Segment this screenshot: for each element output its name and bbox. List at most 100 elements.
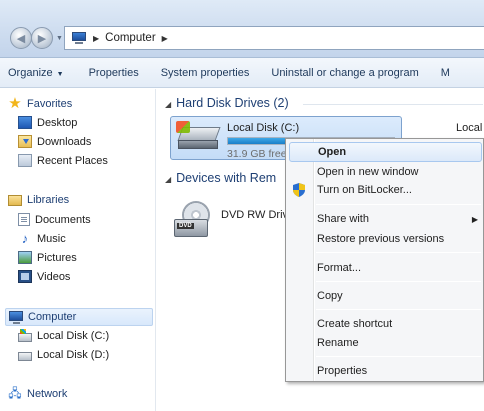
menu-rename[interactable]: Rename: [289, 333, 482, 353]
nav-favorites-label: Favorites: [27, 97, 73, 110]
computer-icon: [71, 32, 87, 44]
computer-icon: [9, 310, 23, 324]
forward-button[interactable]: ▶: [31, 27, 53, 49]
menu-copy-label: Copy: [317, 290, 343, 302]
drive-tile-local-disk-d-label[interactable]: Local: [456, 122, 482, 134]
breadcrumb-chevron-icon[interactable]: ▶: [93, 34, 99, 43]
menu-separator: [316, 281, 481, 282]
system-drive-icon: [176, 121, 221, 151]
menu-separator: [316, 204, 481, 205]
nav-desktop[interactable]: Desktop: [18, 116, 77, 129]
nav-videos[interactable]: Videos: [18, 270, 70, 283]
organize-button[interactable]: Organize ▼: [0, 67, 78, 79]
nav-computer-label: Computer: [28, 311, 77, 323]
nav-music-label: Music: [37, 232, 66, 245]
menu-separator: [316, 309, 481, 310]
drive-c-name: Local Disk (C:): [227, 122, 300, 134]
navigation-pane: ★ Favorites Desktop Downloads Recent Pla…: [0, 89, 156, 411]
nav-downloads-label: Downloads: [37, 135, 92, 148]
nav-computer[interactable]: Computer: [5, 308, 153, 326]
menu-open-new-window[interactable]: Open in new window: [289, 162, 482, 182]
pictures-icon: [18, 251, 32, 264]
drive-c-usage-fill: [228, 138, 292, 144]
nav-pictures-label: Pictures: [37, 251, 77, 264]
breadcrumb-computer[interactable]: Computer: [105, 32, 156, 44]
recent-pages-dropdown-icon[interactable]: ▼: [56, 35, 63, 42]
dvd-drive-icon[interactable]: DVD: [174, 201, 212, 239]
dvd-drive-name[interactable]: DVD RW Driv: [221, 209, 289, 221]
collapse-triangle-icon: ◢: [165, 100, 172, 109]
command-bar: Organize ▼ Properties System properties U…: [0, 58, 484, 88]
nav-favorites[interactable]: ★ Favorites: [8, 95, 73, 112]
submenu-arrow-icon: ▶: [471, 214, 478, 224]
drive-c-free-space: 31.9 GB free: [227, 148, 287, 160]
nav-local-disk-d-label: Local Disk (D:): [37, 349, 110, 361]
nav-recent-places[interactable]: Recent Places: [18, 154, 108, 167]
context-menu: Open Open in new window Turn on BitLocke…: [285, 138, 484, 382]
menu-format[interactable]: Format...: [289, 258, 482, 278]
document-icon: [18, 213, 30, 226]
menu-copy[interactable]: Copy: [289, 286, 482, 306]
menu-open-new-window-label: Open in new window: [317, 166, 419, 178]
back-arrow-icon: ◀: [16, 32, 26, 45]
nav-local-disk-c[interactable]: Local Disk (C:): [18, 329, 110, 342]
uninstall-program-button[interactable]: Uninstall or change a program: [260, 67, 429, 79]
properties-button[interactable]: Properties: [78, 67, 150, 79]
nav-network-label: Network: [27, 387, 68, 400]
menu-rename-label: Rename: [317, 337, 359, 349]
address-box[interactable]: ▶ Computer ▶: [64, 26, 484, 50]
breadcrumb-chevron-icon[interactable]: ▶: [162, 34, 168, 43]
collapse-triangle-icon: ◢: [165, 175, 172, 184]
menu-properties-label: Properties: [317, 365, 368, 377]
hard-drive-icon: [18, 352, 32, 361]
menu-share-with[interactable]: Share with ▶: [289, 209, 482, 229]
menu-open-label: Open: [318, 146, 347, 158]
nav-downloads[interactable]: Downloads: [18, 135, 91, 148]
chevron-down-icon: ▼: [56, 70, 64, 78]
menu-properties[interactable]: Properties: [289, 361, 482, 381]
menu-format-label: Format...: [317, 262, 362, 274]
dvd-icon-label: DVD: [177, 223, 194, 229]
toolbar-overflow-button[interactable]: M: [430, 67, 461, 79]
nav-desktop-label: Desktop: [37, 116, 78, 129]
system-drive-icon: [18, 329, 32, 342]
group-hard-disk-drives[interactable]: ◢ Hard Disk Drives (2): [165, 96, 289, 110]
nav-videos-label: Videos: [37, 270, 71, 283]
downloads-folder-icon: [18, 135, 32, 148]
group-divider: [303, 104, 483, 105]
organize-label: Organize: [8, 66, 53, 79]
nav-recent-places-label: Recent Places: [37, 154, 108, 167]
menu-create-shortcut-label: Create shortcut: [317, 318, 393, 330]
videos-icon: [18, 270, 32, 283]
menu-share-with-label: Share with: [317, 213, 369, 225]
nav-libraries-label: Libraries: [27, 194, 70, 206]
menu-create-shortcut[interactable]: Create shortcut: [289, 314, 482, 334]
nav-documents[interactable]: Documents: [18, 213, 91, 226]
music-note-icon: ♪: [21, 231, 29, 246]
nav-local-disk-c-label: Local Disk (C:): [37, 330, 110, 342]
forward-arrow-icon: ▶: [37, 32, 47, 45]
menu-turn-on-bitlocker[interactable]: Turn on BitLocker...: [289, 180, 482, 200]
star-icon: ★: [8, 95, 22, 112]
recent-places-icon: [18, 154, 32, 167]
nav-libraries[interactable]: Libraries: [8, 194, 69, 206]
network-icon: 🖧: [8, 386, 22, 400]
group-removable-storage[interactable]: ◢ Devices with Rem: [165, 171, 276, 185]
menu-separator: [316, 356, 481, 357]
menu-restore-previous-versions[interactable]: Restore previous versions: [289, 229, 482, 249]
menu-restore-previous-versions-label: Restore previous versions: [317, 233, 445, 245]
back-button[interactable]: ◀: [10, 27, 32, 49]
address-bar: ◀ ▶ ▼ ▶ Computer ▶: [0, 0, 484, 58]
menu-separator: [316, 252, 481, 253]
desktop-icon: [18, 116, 32, 129]
nav-documents-label: Documents: [35, 213, 91, 226]
system-properties-button[interactable]: System properties: [150, 67, 261, 79]
uac-shield-icon: [293, 183, 305, 197]
nav-pictures[interactable]: Pictures: [18, 251, 77, 264]
nav-network[interactable]: 🖧 Network: [8, 387, 67, 400]
nav-music[interactable]: ♪ Music: [18, 232, 66, 245]
libraries-folder-icon: [8, 194, 22, 206]
menu-open[interactable]: Open: [289, 142, 482, 162]
group-hard-disk-drives-label: Hard Disk Drives (2): [176, 96, 289, 110]
nav-local-disk-d[interactable]: Local Disk (D:): [18, 349, 109, 361]
